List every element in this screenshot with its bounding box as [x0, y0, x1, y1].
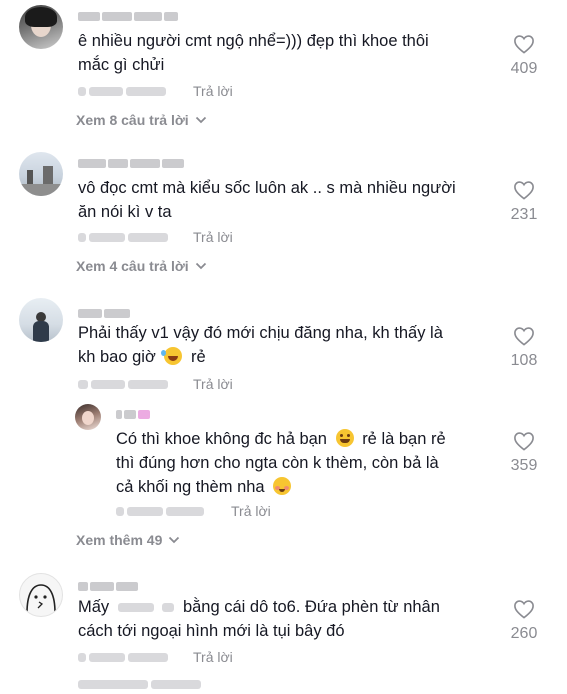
reply-button[interactable]: Trả lời [193, 229, 233, 245]
chevron-down-icon [195, 116, 206, 124]
username-blurred[interactable] [78, 8, 180, 22]
comment-text: vô đọc cmt mà kiểu sốc luôn ak .. s mà n… [78, 176, 456, 224]
comment-text-line: Mấy bằng cái dô to6. Đứa phèn từ nhân [78, 595, 440, 619]
comment-text: Phải thấy v1 vậy đó mới chịu đăng nha, k… [78, 321, 443, 369]
comment-text: Có thì khoe không đc hả bạn rẻ là bạn rẻ… [116, 427, 446, 499]
chevron-down-icon [169, 536, 180, 544]
view-replies-label: Xem 8 câu trả lời [76, 112, 189, 128]
comment-text-part: Có thì khoe không đc hả bạn [116, 430, 327, 448]
like-button[interactable]: 359 [494, 431, 554, 475]
comment-text-line: ê nhiều người cmt ngộ nhể=))) đẹp thì kh… [78, 32, 429, 50]
view-more-label: Xem thêm 49 [76, 532, 163, 548]
reply-button[interactable]: Trả lời [193, 376, 233, 392]
reply-button[interactable]: Trả lời [231, 503, 271, 519]
comment-text: Mấy bằng cái dô to6. Đứa phèn từ nhân cá… [78, 595, 440, 643]
reply-button[interactable]: Trả lời [193, 83, 233, 99]
comment-meta: Trả lời [78, 83, 233, 99]
like-count: 231 [510, 206, 538, 223]
comment-text: ê nhiều người cmt ngộ nhể=))) đẹp thì kh… [78, 29, 429, 77]
comment-text-line: ăn nói kì v ta [78, 203, 172, 221]
view-more-button[interactable]: Xem thêm 49 [76, 532, 180, 548]
comment-text-part: rẻ [190, 348, 206, 366]
comment-text-line: Có thì khoe không đc hả bạn rẻ là bạn rẻ [116, 427, 446, 451]
comment-text-line: mắc gì chửi [78, 56, 165, 74]
username-blurred[interactable] [78, 155, 186, 169]
blurred-word [117, 603, 154, 613]
comment-text-part: Mấy [78, 598, 110, 616]
view-replies-button[interactable]: Xem 8 câu trả lời [76, 112, 207, 128]
comment-meta: Trả lời [78, 229, 233, 245]
avatar[interactable] [19, 5, 63, 49]
like-count: 260 [510, 625, 538, 642]
blurred-row-partial [78, 676, 204, 694]
comment-text-part: kh bao giờ [78, 348, 156, 366]
view-replies-label: Xem 4 câu trả lời [76, 258, 189, 274]
view-replies-button[interactable]: Xem 4 câu trả lời [76, 258, 207, 274]
heart-icon [514, 35, 534, 54]
like-button[interactable]: 260 [494, 599, 554, 643]
like-count: 409 [510, 60, 538, 77]
rofl-emoji-icon [161, 347, 183, 365]
like-button[interactable]: 409 [494, 34, 554, 78]
comment-text-part: rẻ là bạn rẻ [362, 430, 446, 448]
username-blurred[interactable] [78, 305, 132, 319]
comment-meta: Trả lời [78, 649, 233, 665]
comment-text-line: vô đọc cmt mà kiểu sốc luôn ak .. s mà n… [78, 179, 456, 197]
comment-text-line: cách tới ngoại hình mới là tụi bây đó [78, 622, 345, 640]
like-button[interactable]: 108 [494, 326, 554, 370]
like-count: 108 [510, 352, 538, 369]
blurred-word [162, 603, 175, 613]
comment-text-line: thì đúng hơn cho ngta còn k thèm, còn bả… [116, 454, 439, 472]
comment-text-line: cả khối ng thèm nha [116, 475, 446, 499]
smile-emoji-icon [335, 429, 354, 447]
like-button[interactable]: 231 [494, 180, 554, 224]
comment-text-part: cả khối ng thèm nha [116, 478, 265, 496]
comment-meta: Trả lời [78, 376, 233, 392]
comment-text-part: bằng cái dô to6. Đứa phèn từ nhân [182, 598, 440, 616]
comment-text-line: kh bao giờ rẻ [78, 345, 443, 369]
heart-icon [514, 181, 534, 200]
avatar[interactable] [19, 298, 63, 342]
blush-emoji-icon [273, 477, 292, 495]
chevron-down-icon [195, 262, 206, 270]
heart-icon [514, 327, 534, 346]
like-count: 359 [510, 457, 538, 474]
username-blurred[interactable] [116, 406, 152, 420]
avatar[interactable] [19, 573, 63, 617]
reply-button[interactable]: Trả lời [193, 649, 233, 665]
comment-text-line: Phải thấy v1 vậy đó mới chịu đăng nha, k… [78, 324, 443, 342]
avatar[interactable] [19, 152, 63, 196]
comment-meta: Trả lời [116, 503, 271, 519]
doodle-avatar-icon [26, 584, 56, 614]
username-blurred[interactable] [78, 578, 140, 592]
heart-icon [514, 600, 534, 619]
avatar[interactable] [75, 404, 101, 430]
heart-icon [514, 432, 534, 451]
